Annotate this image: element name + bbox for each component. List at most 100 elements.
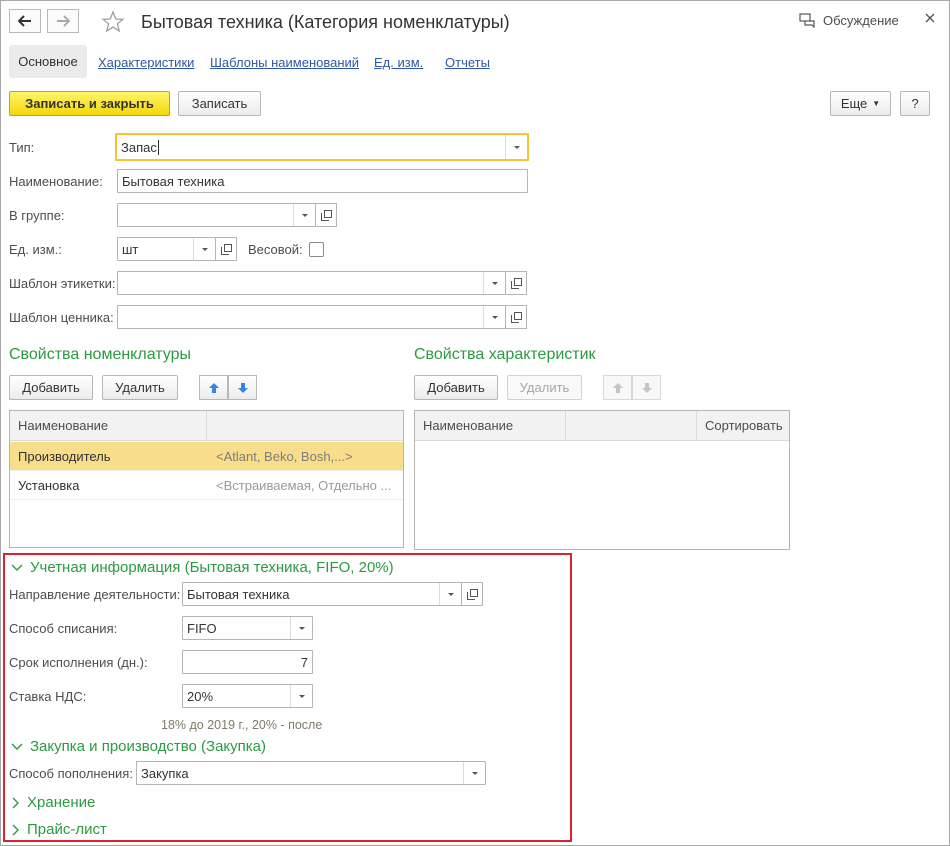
row-name: Установка xyxy=(18,478,80,493)
item-props-delete-button[interactable]: Удалить xyxy=(102,375,178,400)
dropdown-button[interactable] xyxy=(290,617,312,639)
item-props-table[interactable]: Наименование Производитель <Atlant, Beko… xyxy=(9,410,404,548)
column-header-values[interactable] xyxy=(566,411,697,441)
char-props-table[interactable]: Наименование Сортировать xyxy=(414,410,790,550)
arrow-down-icon xyxy=(641,382,652,393)
unit-open-button[interactable] xyxy=(215,237,237,261)
group-select[interactable] xyxy=(117,203,316,227)
item-props-move-up-button[interactable] xyxy=(199,375,228,400)
vat-value: 20% xyxy=(187,689,214,704)
dropdown-button[interactable] xyxy=(463,762,485,784)
writeoff-label: Способ списания: xyxy=(9,621,118,636)
dropdown-button[interactable] xyxy=(505,135,527,159)
vat-label: Ставка НДС: xyxy=(9,689,87,704)
forward-button[interactable] xyxy=(47,9,79,33)
storage-title: Хранение xyxy=(27,794,96,811)
char-props-delete-button[interactable]: Удалить xyxy=(507,375,582,400)
pricelist-title: Прайс-лист xyxy=(27,821,107,838)
tab-characteristics[interactable]: Характеристики xyxy=(98,55,194,70)
item-props-add-button[interactable]: Добавить xyxy=(9,375,93,400)
tab-reports[interactable]: Отчеты xyxy=(445,55,490,70)
table-header: Наименование Сортировать xyxy=(415,411,789,441)
open-window-icon xyxy=(220,243,232,255)
star-icon xyxy=(101,10,125,33)
chevron-down-icon xyxy=(11,564,23,571)
table-row[interactable]: Установка <Встраиваемая, Отдельно ... xyxy=(10,471,403,500)
char-props-move-up-button[interactable] xyxy=(603,375,632,400)
term-input[interactable]: 7 xyxy=(182,650,313,674)
weight-label: Весовой: xyxy=(248,242,303,257)
label-template-select[interactable] xyxy=(117,271,506,295)
writeoff-select[interactable]: FIFO xyxy=(182,616,313,640)
purchase-group-header[interactable]: Закупка и производство (Закупка) xyxy=(11,738,266,755)
favorite-button[interactable] xyxy=(101,10,125,37)
type-select[interactable]: Запас xyxy=(115,133,529,161)
table-row[interactable]: Производитель <Atlant, Beko, Bosh,...> xyxy=(10,442,403,471)
name-input[interactable]: Бытовая техника xyxy=(117,169,528,193)
back-button[interactable] xyxy=(9,9,41,33)
column-header-name[interactable]: Наименование xyxy=(415,411,566,441)
chevron-down-icon xyxy=(513,145,520,149)
chevron-down-icon xyxy=(298,626,305,630)
row-values: <Atlant, Beko, Bosh,...> xyxy=(216,449,353,464)
dropdown-button[interactable] xyxy=(293,204,315,226)
type-value: Запас xyxy=(121,140,157,155)
more-label: Еще xyxy=(840,96,868,111)
group-open-button[interactable] xyxy=(315,203,337,227)
activity-open-button[interactable] xyxy=(461,582,483,606)
chevron-down-icon xyxy=(471,771,478,775)
type-label: Тип: xyxy=(9,140,35,155)
activity-select[interactable]: Бытовая техника xyxy=(182,582,462,606)
chevron-down-icon xyxy=(298,694,305,698)
label-template-open-button[interactable] xyxy=(505,271,527,295)
tab-name-templates[interactable]: Шаблоны наименований xyxy=(210,55,359,70)
accounting-group-header[interactable]: Учетная информация (Бытовая техника, FIF… xyxy=(11,559,394,576)
chevron-down-icon xyxy=(447,592,454,596)
open-window-icon xyxy=(510,311,522,323)
help-button[interactable]: ? xyxy=(900,91,930,116)
chevron-right-icon xyxy=(12,824,19,835)
price-template-select[interactable] xyxy=(117,305,506,329)
label-template-label: Шаблон этикетки: xyxy=(9,276,116,291)
table-header: Наименование xyxy=(10,411,403,441)
term-label: Срок исполнения (дн.): xyxy=(9,655,148,670)
window-title: Бытовая техника (Категория номенклатуры) xyxy=(141,12,510,32)
name-value: Бытовая техника xyxy=(122,174,225,189)
dropdown-button[interactable] xyxy=(290,685,312,707)
name-label: Наименование: xyxy=(9,174,103,189)
arrow-down-icon xyxy=(237,382,248,393)
column-header-sort[interactable]: Сортировать xyxy=(697,411,789,441)
char-props-add-button[interactable]: Добавить xyxy=(414,375,498,400)
dropdown-button[interactable] xyxy=(193,238,215,260)
dropdown-button[interactable] xyxy=(439,583,461,605)
row-values: <Встраиваемая, Отдельно ... xyxy=(216,478,392,493)
price-template-label: Шаблон ценника: xyxy=(9,310,114,325)
unit-label: Ед. изм.: xyxy=(9,242,62,257)
save-button[interactable]: Записать xyxy=(178,91,261,116)
column-header-values[interactable] xyxy=(207,411,403,441)
char-props-move-down-button[interactable] xyxy=(632,375,661,400)
vat-select[interactable]: 20% xyxy=(182,684,313,708)
chevron-down-icon xyxy=(491,281,498,285)
open-window-icon xyxy=(320,209,332,221)
price-template-open-button[interactable] xyxy=(505,305,527,329)
discussion-label: Обсуждение xyxy=(823,13,899,28)
text-cursor xyxy=(158,140,159,155)
tab-units[interactable]: Ед. изм. xyxy=(374,55,423,70)
close-button[interactable] xyxy=(922,10,938,26)
column-header-name[interactable]: Наименование xyxy=(10,411,207,441)
save-and-close-button[interactable]: Записать и закрыть xyxy=(9,91,170,116)
dropdown-button[interactable] xyxy=(483,306,505,328)
dropdown-button[interactable] xyxy=(483,272,505,294)
replenish-select[interactable]: Закупка xyxy=(136,761,486,785)
more-button[interactable]: Еще ▼ xyxy=(830,91,891,116)
unit-select[interactable]: шт xyxy=(117,237,216,261)
arrow-right-icon xyxy=(57,15,70,27)
tab-main[interactable]: Основное xyxy=(9,45,87,78)
discussion-button[interactable]: Обсуждение xyxy=(799,13,899,28)
arrow-up-icon xyxy=(612,382,623,393)
pricelist-group-header[interactable]: Прайс-лист xyxy=(12,821,107,838)
storage-group-header[interactable]: Хранение xyxy=(12,794,95,811)
item-props-move-down-button[interactable] xyxy=(228,375,257,400)
weight-checkbox[interactable] xyxy=(309,242,324,257)
